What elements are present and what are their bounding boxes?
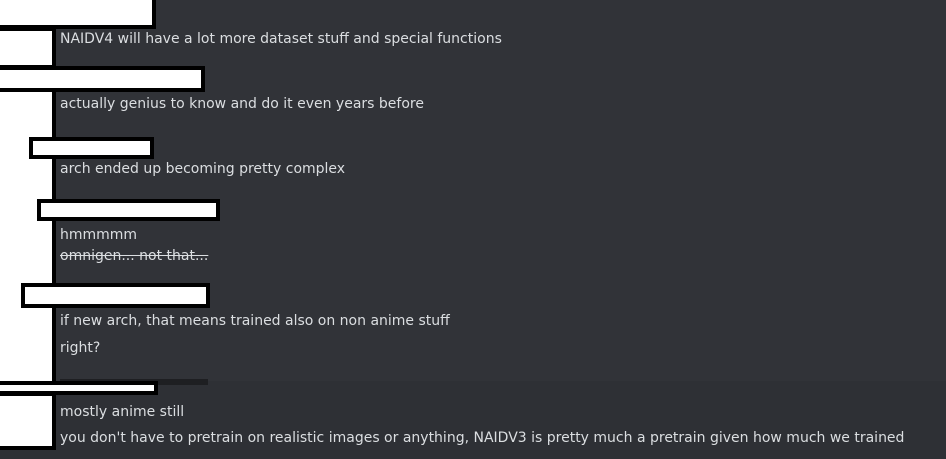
redacted-username: [21, 283, 210, 308]
message-text-strikethrough: omnigen... not that...: [60, 248, 209, 264]
redacted-avatar: [0, 392, 56, 450]
redacted-username: [0, 0, 156, 29]
message-text: actually genius to know and do it even y…: [60, 96, 424, 112]
redacted-username: [37, 199, 220, 221]
redacted-avatar-column: [0, 88, 56, 389]
chat-message-list: NAIDV4 will have a lot more dataset stuf…: [0, 0, 946, 459]
message-text: hmmmmm: [60, 227, 138, 243]
message-text: arch ended up becoming pretty complex: [60, 161, 346, 177]
message-text: right?: [60, 340, 101, 356]
message-text: NAIDV4 will have a lot more dataset stuf…: [60, 31, 502, 47]
redacted-avatar: [0, 27, 56, 69]
message-text: if new arch, that means trained also on …: [60, 313, 450, 329]
message-text: you don't have to pretrain on realistic …: [60, 430, 905, 446]
message-text: mostly anime still: [60, 404, 185, 420]
redacted-username: [29, 137, 154, 159]
